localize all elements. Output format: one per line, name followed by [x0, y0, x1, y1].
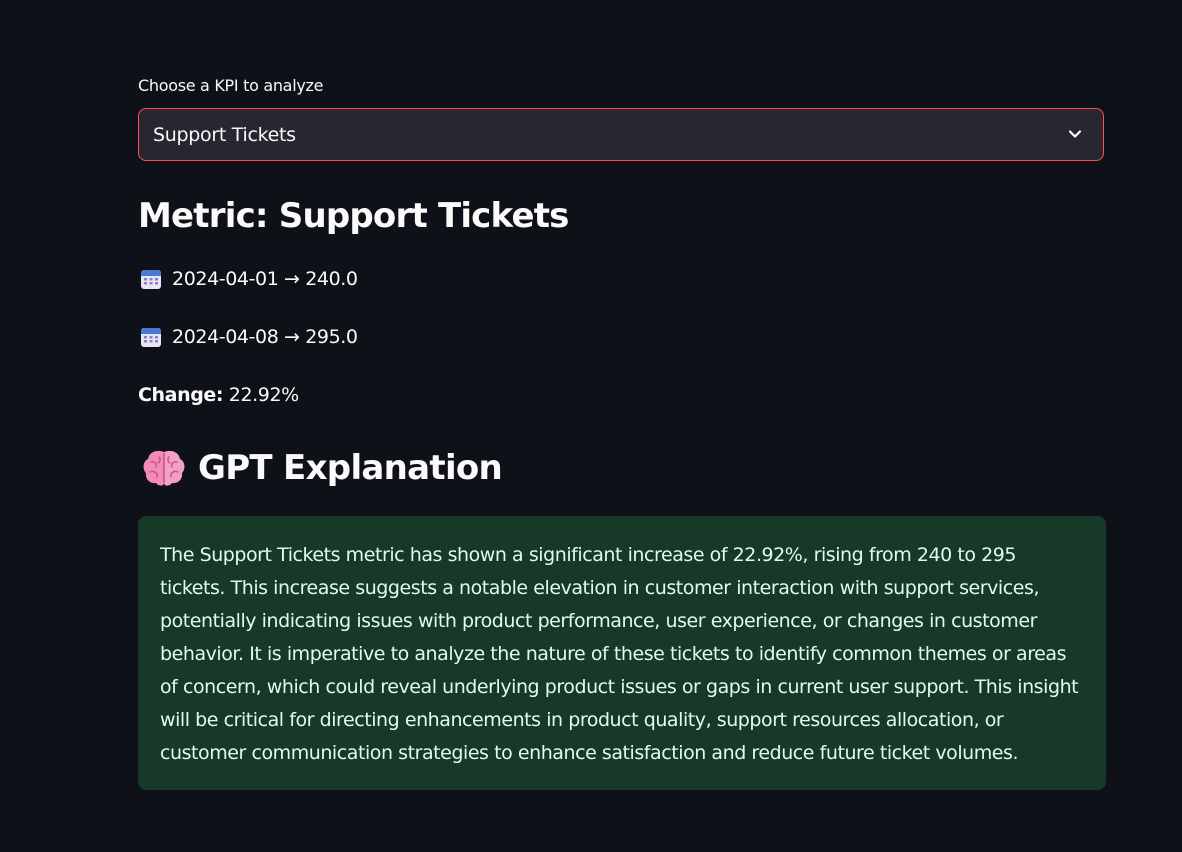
kpi-select-label: Choose a KPI to analyze	[138, 76, 324, 95]
calendar-icon	[141, 328, 161, 347]
gpt-explanation-heading: GPT Explanation	[142, 448, 503, 488]
gpt-explanation-title: GPT Explanation	[198, 448, 503, 488]
change-line: Change: 22.92%	[138, 384, 299, 406]
metric-row-text: 2024-04-08 → 295.0	[172, 326, 358, 348]
kpi-select-value: Support Tickets	[153, 124, 296, 146]
metric-title: Metric: Support Tickets	[138, 196, 569, 236]
gpt-explanation-box: The Support Tickets metric has shown a s…	[138, 516, 1106, 790]
calendar-icon	[141, 270, 161, 289]
chevron-down-icon	[1068, 130, 1082, 138]
gpt-explanation-text: The Support Tickets metric has shown a s…	[160, 544, 1079, 764]
metric-row-end: 2024-04-08 → 295.0	[140, 326, 358, 348]
metric-row-start: 2024-04-01 → 240.0	[140, 268, 358, 290]
change-label: Change:	[138, 384, 224, 406]
brain-icon	[143, 450, 185, 486]
kpi-select[interactable]: Support Tickets	[138, 108, 1104, 161]
change-value: 22.92%	[228, 384, 299, 406]
metric-row-text: 2024-04-01 → 240.0	[172, 268, 358, 290]
